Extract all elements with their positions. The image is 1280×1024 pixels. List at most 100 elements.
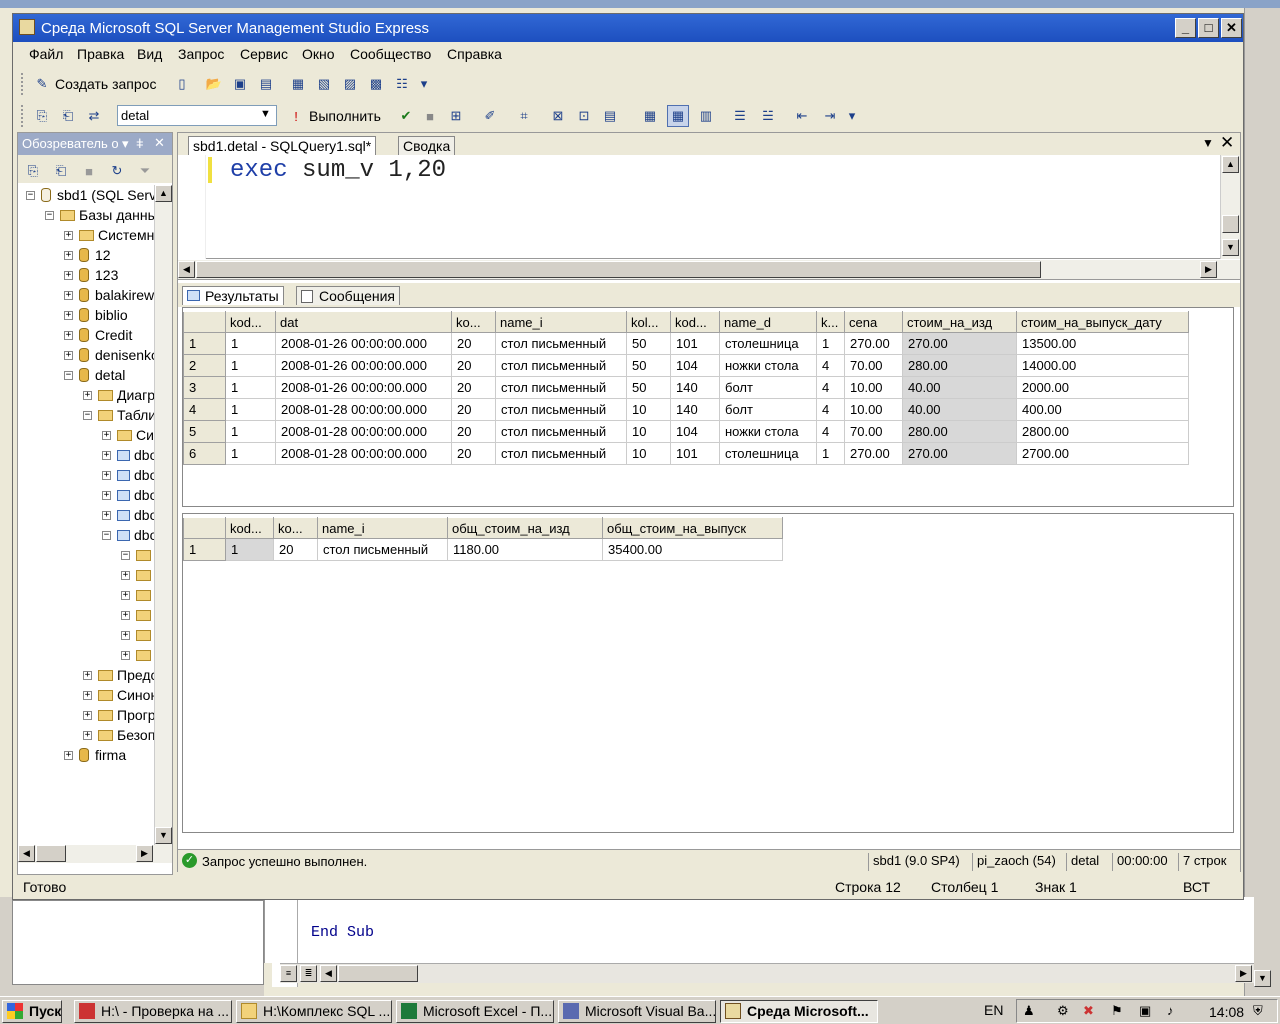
solution-explorer-icon[interactable]: ▩ (365, 73, 387, 95)
expand-icon[interactable]: + (83, 710, 92, 720)
column-header[interactable]: общ_стоим_на_изд (447, 517, 603, 539)
scroll-right-icon[interactable]: ▶ (1200, 261, 1217, 278)
table-row[interactable]: 1 1 2008-01-26 00:00:00.000 20 стол письменн… (183, 332, 1189, 355)
column-header[interactable]: dat (275, 311, 452, 333)
tree-item[interactable]: + dbo.izd (102, 465, 154, 485)
tree-item[interactable]: + Программирование (83, 705, 154, 725)
refresh-icon[interactable]: ↻ (106, 160, 128, 182)
column-header[interactable]: cena (844, 311, 903, 333)
scroll-left-icon[interactable]: ◀ (18, 845, 35, 862)
network-tray-icon[interactable]: ⚙ (1057, 1003, 1069, 1019)
background-code-area[interactable] (264, 897, 1254, 963)
task-vb[interactable]: Microsoft Visual Ba... (558, 1000, 716, 1023)
close-button[interactable]: ✕ (1221, 18, 1242, 38)
expand-icon[interactable]: + (64, 350, 73, 360)
task-ssms[interactable]: Среда Microsoft... (720, 1000, 878, 1023)
table-cell[interactable]: 20 (451, 442, 496, 465)
scroll-down-icon[interactable]: ▼ (1222, 239, 1239, 256)
task-folder[interactable]: H:\Комплекс SQL ... (236, 1000, 392, 1023)
connect-icon[interactable]: ⎘ (22, 160, 44, 182)
table-cell[interactable]: стол письменный (495, 442, 627, 465)
table-cell[interactable]: ножки стола (719, 420, 817, 443)
scroll-right-icon[interactable]: ▶ (1235, 965, 1252, 982)
tree-item[interactable]: − dbo.cena (102, 525, 154, 545)
table-cell[interactable]: стол письменный (495, 376, 627, 399)
close-document-icon[interactable]: ✕ (1220, 133, 1234, 153)
tree-item[interactable]: + (121, 585, 154, 605)
view-toggle-icon[interactable]: ≡ (280, 965, 297, 982)
expand-icon[interactable]: + (64, 230, 73, 240)
table-cell[interactable]: 10.00 (844, 398, 903, 421)
table-cell[interactable]: 2700.00 (1016, 442, 1189, 465)
open-icon[interactable]: 📂 (203, 73, 225, 95)
tree-item[interactable]: +123 (64, 265, 118, 285)
tab-results[interactable]: Результаты (182, 286, 284, 305)
table-cell[interactable]: 104 (670, 354, 720, 377)
scroll-right-icon[interactable]: ▶ (136, 845, 153, 862)
uncomment-icon[interactable]: ☱ (757, 105, 779, 127)
table-cell[interactable]: 140 (670, 376, 720, 399)
flag-tray-icon[interactable]: ⚑ (1111, 1003, 1123, 1019)
save-icon[interactable]: ▣ (229, 73, 251, 95)
expand-icon[interactable]: + (64, 750, 73, 760)
expand-icon[interactable]: + (121, 610, 130, 620)
scroll-up-icon[interactable]: ▲ (1222, 156, 1239, 173)
template-explorer-icon[interactable]: ▨ (339, 73, 361, 95)
collapse-icon[interactable]: − (102, 530, 111, 540)
expand-icon[interactable]: + (121, 570, 130, 580)
table-cell[interactable]: стол письменный (495, 420, 627, 443)
table-cell[interactable]: 50 (626, 354, 671, 377)
tree-item[interactable]: + (121, 605, 154, 625)
table-cell[interactable]: 20 (451, 332, 496, 355)
save-all-icon[interactable]: ▤ (255, 73, 277, 95)
table-row[interactable]: 3 1 2008-01-26 00:00:00.000 20 стол письменн… (183, 376, 1189, 399)
table-cell[interactable]: 2008-01-28 00:00:00.000 (275, 420, 452, 443)
menu-service[interactable]: Сервис (240, 46, 288, 62)
editor-horizontal-scrollbar[interactable]: ◀ ▶ (178, 260, 1240, 280)
results-to-grid-active-icon[interactable]: ▦ (667, 105, 689, 127)
decrease-indent-icon[interactable]: ⇤ (791, 105, 813, 127)
table-cell[interactable]: 1 (816, 442, 845, 465)
query-text[interactable]: exec sum_v 1,20 (230, 157, 446, 184)
table-cell[interactable]: 50 (626, 332, 671, 355)
tree-item[interactable]: + Credit (64, 325, 132, 345)
table-cell[interactable]: 270.00 (844, 442, 903, 465)
table-cell[interactable]: 10.00 (844, 376, 903, 399)
client-stats-icon[interactable]: ⊡ (573, 105, 595, 127)
antivirus-tray-icon[interactable]: ✖ (1083, 1003, 1094, 1019)
tree-item[interactable]: −Столбцы (121, 545, 154, 565)
table-cell[interactable]: 4 (816, 420, 845, 443)
include-plan-icon[interactable]: ⊠ (547, 105, 569, 127)
table-cell[interactable]: 2800.00 (1016, 420, 1189, 443)
query-editor[interactable]: exec sum_v 1,20 ▲ ▼ (178, 155, 1240, 259)
table-cell[interactable]: 1 (225, 376, 276, 399)
row-header[interactable]: 4 (183, 398, 226, 421)
column-header[interactable]: ko... (451, 311, 496, 333)
scroll-down-icon[interactable]: ▼ (155, 827, 172, 844)
tree-item[interactable]: − Таблицы (83, 405, 154, 425)
expand-icon[interactable]: + (102, 470, 111, 480)
results-to-grid-icon[interactable]: ▦ (639, 105, 661, 127)
table-cell[interactable]: 70.00 (844, 420, 903, 443)
column-header[interactable]: kod... (225, 517, 274, 539)
table-cell[interactable]: 400.00 (1016, 398, 1189, 421)
menu-edit[interactable]: Правка (77, 46, 124, 62)
table-cell[interactable]: 1 (225, 442, 276, 465)
table-cell[interactable]: 50 (626, 376, 671, 399)
table-cell[interactable]: 70.00 (844, 354, 903, 377)
table-cell[interactable]: ножки стола (719, 354, 817, 377)
tree-item[interactable]: + Синонимы (83, 685, 154, 705)
table-row[interactable]: 1 1 20 стол письменный 1180.00 35400.00 (183, 538, 783, 561)
table-row[interactable]: 4 1 2008-01-28 00:00:00.000 20 стол письменн… (183, 398, 1189, 421)
expand-icon[interactable]: + (64, 270, 73, 280)
tab-summary[interactable]: Сводка (398, 136, 456, 155)
column-header[interactable]: kol... (626, 311, 671, 333)
disconnect-icon[interactable]: ⎗ (57, 105, 79, 127)
menu-window[interactable]: Окно (302, 46, 335, 62)
stop-icon[interactable]: ■ (78, 160, 100, 182)
expand-icon[interactable]: + (102, 450, 111, 460)
column-header[interactable]: name_i (317, 517, 448, 539)
table-cell[interactable]: 13500.00 (1016, 332, 1189, 355)
new-query-button[interactable]: Создать запрос (55, 76, 156, 92)
connect-icon[interactable]: ⎘ (31, 105, 53, 127)
